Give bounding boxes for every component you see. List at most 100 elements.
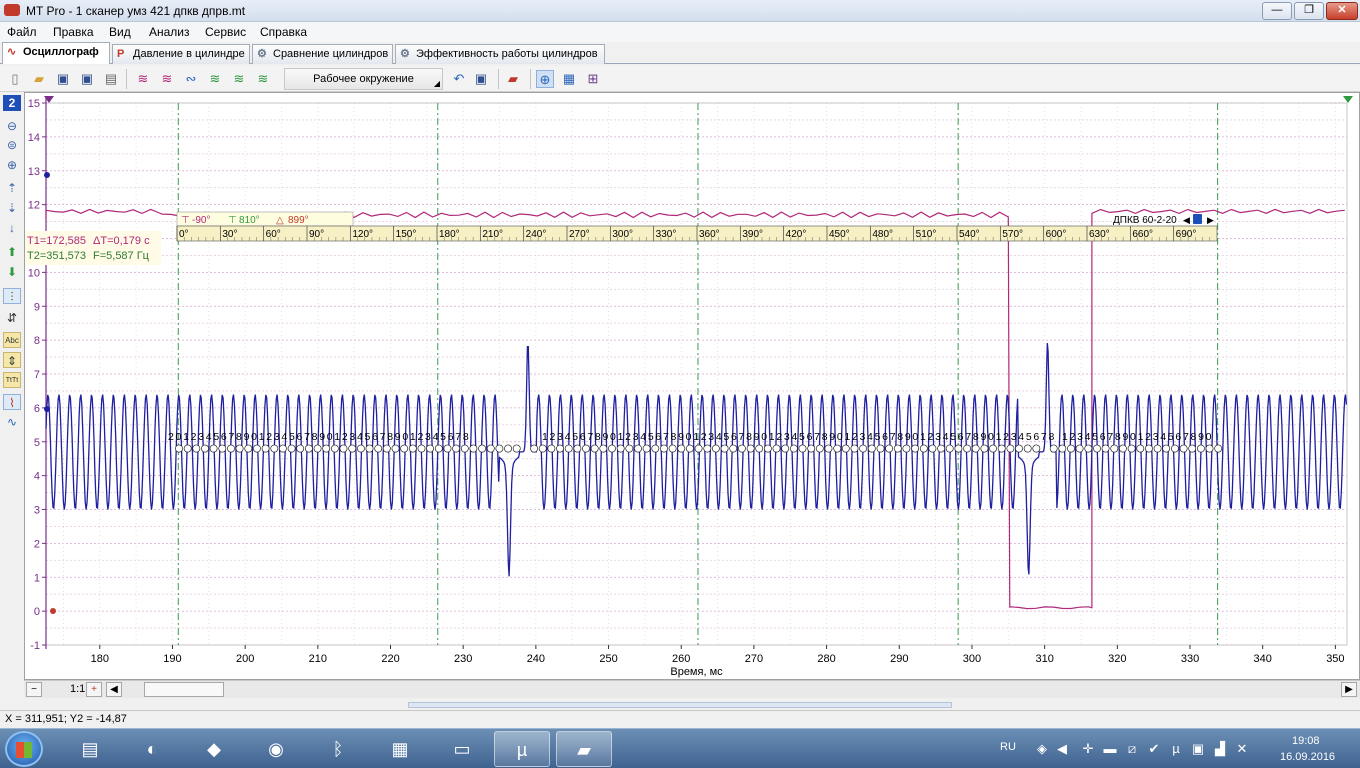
scroll-right-button[interactable]: ▶: [1341, 682, 1357, 697]
ruler-label: 690°: [1176, 229, 1197, 240]
scroll-down-icon[interactable]: ⇣: [3, 200, 21, 216]
chrome-icon[interactable]: ◉: [248, 731, 304, 767]
ruler-label: 600°: [1046, 229, 1067, 240]
zoom-in-time-button[interactable]: +: [86, 682, 102, 697]
save-icon[interactable]: ▣: [54, 70, 72, 88]
channels-filter-icon[interactable]: ≋: [158, 70, 176, 88]
menu-service[interactable]: Сервис: [205, 25, 246, 39]
channels-add-icon[interactable]: ≋: [230, 70, 248, 88]
shift-up-icon[interactable]: ⬆: [3, 244, 21, 260]
clock-time[interactable]: 19:08: [1292, 735, 1320, 747]
scroll-left-button[interactable]: ◀: [106, 682, 122, 697]
menu-bar: Файл Правка Вид Анализ Сервис Справка: [0, 22, 1360, 42]
security-icon[interactable]: ✔: [1146, 741, 1162, 757]
maximize-button[interactable]: ❐: [1294, 2, 1324, 20]
print-icon[interactable]: ▤: [102, 70, 120, 88]
menu-analysis[interactable]: Анализ: [149, 25, 190, 39]
speaker-muted-icon[interactable]: ✕: [1234, 741, 1250, 757]
network-icon[interactable]: ◈: [1034, 741, 1050, 757]
channel-3-offset-marker[interactable]: [50, 608, 56, 614]
channels-icon[interactable]: ≋: [134, 70, 152, 88]
utorrent-tray-icon[interactable]: µ: [1168, 741, 1184, 757]
zoom-out-time-button[interactable]: −: [26, 682, 42, 697]
menu-edit[interactable]: Правка: [53, 25, 94, 39]
tooth-circle: [573, 444, 582, 453]
tab-cylinder-compare[interactable]: ⚙ Сравнение цилиндров: [252, 44, 393, 64]
split-mode-icon[interactable]: ⊞: [584, 70, 602, 88]
text-size-icon[interactable]: TtTt: [3, 372, 21, 388]
tooth-circles: [175, 444, 1223, 453]
monitor-icon[interactable]: ▣: [1190, 741, 1206, 757]
scroll-up-icon[interactable]: ⇡: [3, 180, 21, 196]
tooth-circle: [971, 444, 980, 453]
move-down-icon[interactable]: ↓: [3, 220, 21, 236]
tooth-circle: [824, 444, 833, 453]
tab-label: Давление в цилиндре: [133, 48, 245, 60]
volume-icon[interactable]: ◀: [1054, 741, 1070, 757]
oscilloscope-plot[interactable]: -10123456789101112131415 180190200210220…: [24, 92, 1360, 680]
minimize-button[interactable]: —: [1262, 2, 1292, 20]
signal-icon[interactable]: ▟: [1212, 741, 1228, 757]
mt-pro-taskbar-icon[interactable]: ▰: [556, 731, 612, 767]
tab-cylinder-efficiency[interactable]: ⚙ Эффективность работы цилиндров: [395, 44, 605, 64]
x-tick-label: 240: [527, 653, 545, 665]
undo-icon[interactable]: ↶: [450, 70, 468, 88]
text-label-icon[interactable]: Abc: [3, 332, 21, 348]
zoom-level[interactable]: 1:1: [70, 683, 85, 695]
clock-date[interactable]: 16.09.2016: [1280, 751, 1335, 763]
panel-splitter[interactable]: [408, 702, 952, 708]
tooth-circle: [1144, 444, 1153, 453]
zoom-out-icon[interactable]: ⊖: [3, 118, 21, 134]
step-icon[interactable]: ⇵: [3, 310, 21, 326]
channel-1-offset-marker[interactable]: [44, 172, 50, 178]
cursor-2-marker[interactable]: [1343, 96, 1353, 103]
lock-icon[interactable]: [1193, 214, 1202, 224]
gem-app-icon[interactable]: ◆: [186, 731, 242, 767]
crank-scale[interactable]: ⊤ -90° ⊤ 810° △ 899° ДПКВ 60-2-20 ◀ ▶ 0°…: [176, 211, 1218, 242]
save-env-icon[interactable]: ▣: [472, 70, 490, 88]
utorrent-icon[interactable]: µ: [494, 731, 550, 767]
scroll-thumb[interactable]: [144, 682, 224, 697]
diagonal-icon[interactable]: ⧄: [1124, 741, 1140, 757]
shift-down-icon[interactable]: ⬇: [3, 264, 21, 280]
tab-cylinder-pressure[interactable]: P Давление в цилиндре: [112, 44, 250, 64]
chevron-left-icon[interactable]: ◀: [1183, 215, 1190, 225]
menu-help[interactable]: Справка: [260, 25, 307, 39]
horizontal-scrollbar[interactable]: − 1:1 + ◀ ▶: [24, 680, 1360, 698]
menu-file[interactable]: Файл: [7, 25, 37, 39]
new-file-icon[interactable]: ▯: [6, 70, 24, 88]
paint-icon[interactable]: ◐: [124, 731, 180, 767]
pin-icon[interactable]: ✛: [1080, 741, 1096, 757]
plot-canvas[interactable]: -10123456789101112131415 180190200210220…: [25, 93, 1359, 679]
remote-desktop-icon[interactable]: ▭: [434, 731, 490, 767]
cursor-mode-icon[interactable]: ⊕: [536, 70, 554, 88]
channel-2-offset-marker[interactable]: [44, 406, 50, 412]
vertical-cursor-icon[interactable]: ⫶: [3, 288, 21, 304]
tooth-circle: [183, 444, 192, 453]
save-as-icon[interactable]: ▣: [78, 70, 96, 88]
zoom-in-icon[interactable]: ⊕: [3, 157, 21, 173]
bluetooth-icon[interactable]: ᛒ: [310, 731, 366, 767]
chevron-right-icon[interactable]: ▶: [1207, 215, 1214, 225]
tab-oscilloscope[interactable]: ∿ Осциллограф: [2, 42, 110, 64]
channel-number[interactable]: 2: [3, 95, 21, 111]
zoom-reset-icon[interactable]: ⊜: [3, 137, 21, 153]
language-indicator[interactable]: RU: [1000, 741, 1016, 753]
channels-ok-icon[interactable]: ≋: [206, 70, 224, 88]
tooth-circle: [582, 444, 590, 453]
start-button[interactable]: [5, 731, 43, 767]
chart-view-icon[interactable]: ⌇: [3, 394, 21, 410]
waveform-icon[interactable]: ∿: [3, 414, 21, 430]
move-label-icon[interactable]: ⇕: [3, 352, 21, 368]
close-button[interactable]: ✕: [1326, 2, 1358, 20]
toolbox-icon[interactable]: ▬: [1102, 741, 1118, 757]
open-folder-icon[interactable]: ▰: [30, 70, 48, 88]
menu-view[interactable]: Вид: [109, 25, 131, 39]
channels-check-icon[interactable]: ≋: [254, 70, 272, 88]
car-icon[interactable]: ▰: [504, 70, 522, 88]
explorer-icon[interactable]: ▤: [62, 731, 118, 767]
environment-select[interactable]: Рабочее окружение ◢: [284, 68, 443, 90]
grid-mode-icon[interactable]: ▦: [560, 70, 578, 88]
channels-overlay-icon[interactable]: ∾: [182, 70, 200, 88]
calculator-icon[interactable]: ▦: [372, 731, 428, 767]
